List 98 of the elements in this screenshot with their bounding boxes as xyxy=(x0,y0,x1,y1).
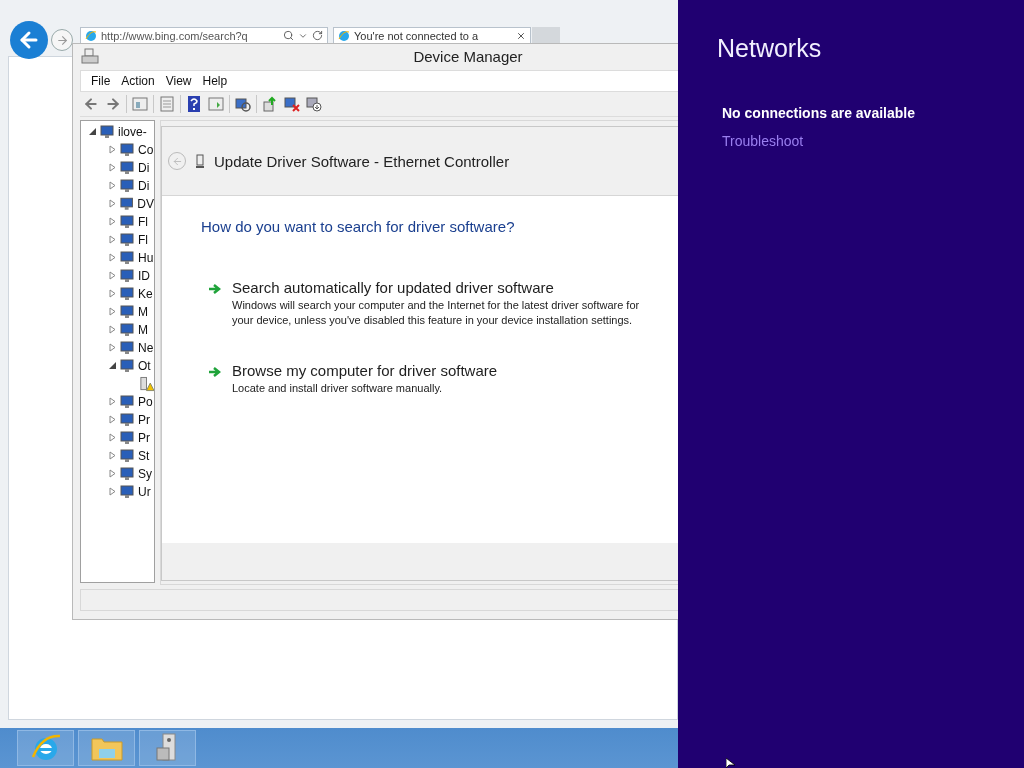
panel-title: Networks xyxy=(717,34,823,63)
expand-arrow-icon[interactable] xyxy=(109,325,116,335)
tree-item-label[interactable]: Ne xyxy=(138,340,154,355)
arrow-icon xyxy=(208,283,222,295)
browser-icon[interactable] xyxy=(29,733,62,763)
refresh-icon[interactable] xyxy=(312,30,323,41)
menu-item[interactable]: Help xyxy=(200,71,235,90)
troubleshoot-link[interactable]: Troubleshoot xyxy=(722,133,1024,149)
tree-item-label[interactable]: Ot xyxy=(138,358,151,373)
tree-item-label[interactable]: Fl xyxy=(138,232,148,247)
expand-arrow-icon[interactable] xyxy=(109,451,116,461)
tree-item-label[interactable]: DV xyxy=(137,196,154,211)
device-icon xyxy=(119,484,135,499)
menu-item[interactable]: File xyxy=(89,71,118,90)
computer-icon xyxy=(81,48,99,64)
page-icon xyxy=(338,29,350,42)
taskbar-button[interactable] xyxy=(139,730,196,766)
tree-item-label[interactable]: M xyxy=(138,304,148,319)
option-description: Windows will search your computer and the Internet for the latest driver software for your device, unless you've disabled this feature in your device installation settings. xyxy=(232,298,641,328)
page-icon xyxy=(85,29,97,42)
tree-item-label[interactable]: Di xyxy=(138,178,150,193)
tree-item-label[interactable]: Di xyxy=(138,160,150,175)
disable-device-icon[interactable] xyxy=(283,94,301,113)
search-icon[interactable] xyxy=(283,30,294,41)
properties-icon[interactable] xyxy=(158,94,176,113)
collapse-arrow-icon[interactable] xyxy=(89,128,96,136)
connection-status: No connections are available xyxy=(722,105,916,121)
expand-arrow-icon[interactable] xyxy=(109,397,116,407)
device-icon xyxy=(119,466,135,481)
tree-item-label[interactable]: Ke xyxy=(138,286,153,301)
close-icon[interactable] xyxy=(516,30,526,41)
device-icon xyxy=(119,214,135,229)
expand-arrow-icon[interactable] xyxy=(109,163,116,173)
forward-button[interactable] xyxy=(51,29,73,51)
tree-item-label[interactable]: Po xyxy=(138,394,153,409)
expand-arrow-icon[interactable] xyxy=(109,469,116,479)
device-icon xyxy=(119,196,135,211)
expand-arrow-icon[interactable] xyxy=(109,145,116,155)
expand-arrow-icon[interactable] xyxy=(109,235,116,245)
device-icon xyxy=(119,160,135,175)
expand-arrow-icon[interactable] xyxy=(109,289,116,299)
console-tree-icon[interactable] xyxy=(131,94,149,113)
tree-item-label[interactable]: M xyxy=(138,322,148,337)
expand-arrow-icon[interactable] xyxy=(109,181,116,191)
device-icon xyxy=(119,358,135,373)
expand-arrow-icon[interactable] xyxy=(109,271,116,281)
warning-device-icon xyxy=(139,375,154,392)
tree-item-label[interactable]: St xyxy=(138,448,150,463)
tree-item-label[interactable]: ID xyxy=(138,268,150,283)
tree-item-label[interactable]: Pr xyxy=(138,412,150,427)
expand-arrow-icon[interactable] xyxy=(109,343,116,353)
taskbar-button[interactable] xyxy=(17,730,74,766)
expand-arrow-icon[interactable] xyxy=(109,253,116,263)
forward-icon xyxy=(55,33,69,47)
expand-arrow-icon[interactable] xyxy=(109,307,116,317)
device-icon xyxy=(119,340,135,355)
arrow-icon xyxy=(208,366,222,378)
device-icon xyxy=(119,430,135,445)
tree-item-label[interactable]: Pr xyxy=(138,430,150,445)
tree-item-label[interactable]: Fl xyxy=(138,214,148,229)
tree-item-label[interactable]: ilove- xyxy=(118,124,147,139)
device-icon xyxy=(119,322,135,337)
expand-arrow-icon[interactable] xyxy=(109,487,116,497)
expand-arrow-icon[interactable] xyxy=(109,199,116,209)
device-icon xyxy=(119,250,135,265)
tree-item-label[interactable]: Ur xyxy=(138,484,151,499)
option-link[interactable]: Browse my computer for driver software xyxy=(232,362,662,379)
tree-item-label[interactable]: Co xyxy=(138,142,154,157)
expand-arrow-icon[interactable] xyxy=(109,415,116,425)
device-icon xyxy=(99,124,115,139)
dialog-title: Update Driver Software - Ethernet Controller xyxy=(214,152,510,170)
cursor-icon xyxy=(726,758,736,768)
device-icon xyxy=(119,178,135,193)
back-icon xyxy=(171,155,183,167)
taskbar-button[interactable] xyxy=(78,730,135,766)
device-icon xyxy=(119,304,135,319)
device-icon xyxy=(119,268,135,283)
help-icon[interactable] xyxy=(185,94,203,113)
expand-arrow-icon[interactable] xyxy=(109,217,116,227)
device-icon xyxy=(119,448,135,463)
collapse-arrow-icon[interactable] xyxy=(109,362,116,370)
tree-item-label[interactable]: Hu xyxy=(138,250,154,265)
menu-item[interactable]: View xyxy=(163,71,199,90)
window-title: Device Manager xyxy=(413,48,523,66)
menu-item[interactable]: Action xyxy=(119,71,162,90)
device-icon xyxy=(119,394,135,409)
network-adapter-icon xyxy=(196,154,204,168)
device-icon xyxy=(119,232,135,247)
uninstall-device-icon[interactable] xyxy=(305,94,323,113)
option-description: Locate and install driver software manually. xyxy=(232,381,444,396)
option-link[interactable]: Search automatically for updated driver software xyxy=(232,279,662,296)
expand-arrow-icon[interactable] xyxy=(109,433,116,443)
device-icon xyxy=(119,142,135,157)
back-button[interactable] xyxy=(10,21,48,59)
tree-item-label[interactable]: Sy xyxy=(138,466,152,481)
dialog-question: How do you want to search for driver software? xyxy=(201,218,516,235)
device-icon xyxy=(119,286,135,301)
device-icon xyxy=(119,412,135,427)
